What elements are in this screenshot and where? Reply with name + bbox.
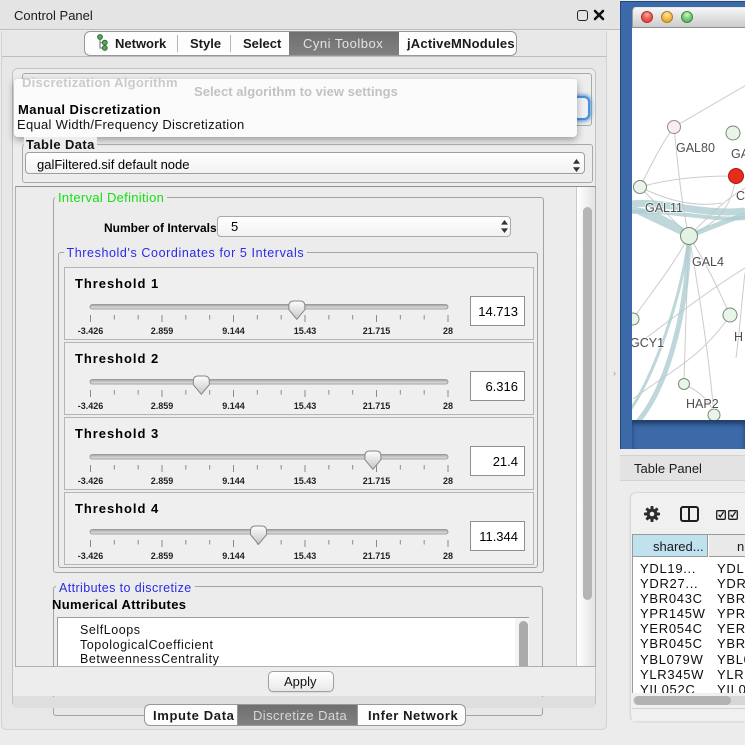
- svg-text:C: C: [736, 189, 745, 203]
- svg-text:HAP2: HAP2: [686, 397, 719, 411]
- svg-text:H: H: [734, 330, 743, 344]
- svg-text:GA: GA: [731, 147, 745, 161]
- svg-text:GAL11: GAL11: [645, 201, 683, 215]
- svg-text:GAL4: GAL4: [692, 255, 724, 269]
- svg-text:GAL80: GAL80: [676, 141, 715, 155]
- svg-text:GCY1: GCY1: [632, 336, 664, 350]
